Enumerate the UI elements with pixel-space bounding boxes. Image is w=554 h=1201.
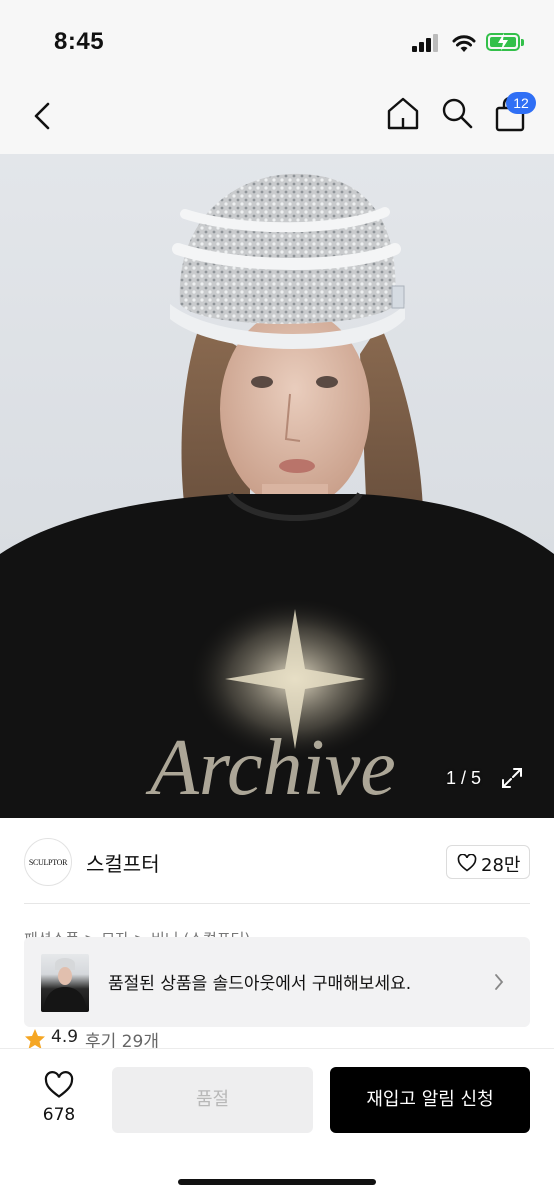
home-indicator[interactable] [178, 1179, 376, 1185]
wifi-icon [452, 35, 476, 52]
heart-icon [457, 854, 477, 872]
chevron-right-icon [495, 974, 504, 990]
soldout-button[interactable]: 품절 [112, 1067, 313, 1133]
wishlist-button[interactable]: 678 [24, 1067, 94, 1131]
image-counter: 1 / 5 [446, 768, 482, 788]
seller-row: SCULPTOR 스컬프터 28만 [0, 818, 554, 904]
home-icon[interactable] [384, 94, 422, 132]
top-nav: 12 [0, 88, 554, 154]
star-icon [25, 1029, 45, 1049]
seller-logo[interactable]: SCULPTOR [24, 838, 72, 886]
shirt-print-text: Archive [145, 724, 396, 812]
product-photo-illustration: Archive [0, 173, 554, 818]
rating-score: 4.9 [51, 1027, 79, 1047]
soldout-promo-banner[interactable]: 품절된 상품을 솔드아웃에서 구매해보세요. [24, 937, 530, 1027]
brand-like-count: 28만 [481, 855, 521, 876]
expand-icon[interactable] [500, 766, 524, 790]
heart-icon [44, 1071, 74, 1098]
divider [24, 903, 530, 904]
brand-like-button[interactable]: 28만 [446, 845, 530, 879]
cellular-signal-icon [412, 34, 440, 52]
product-image[interactable]: Archive [0, 154, 554, 818]
search-icon[interactable] [438, 94, 476, 132]
seller-name[interactable]: 스컬프터 [86, 848, 160, 877]
banner-thumbnail [41, 954, 89, 1012]
status-bar: 8:45 [0, 0, 554, 88]
wishlist-count: 678 [42, 1105, 76, 1125]
restock-notify-button[interactable]: 재입고 알림 신청 [330, 1067, 530, 1133]
back-icon[interactable] [28, 98, 56, 134]
cart-count-badge: 12 [506, 92, 536, 114]
banner-text: 품절된 상품을 솔드아웃에서 구매해보세요. [108, 974, 412, 994]
battery-icon [486, 33, 524, 51]
status-time: 8:45 [54, 28, 105, 55]
